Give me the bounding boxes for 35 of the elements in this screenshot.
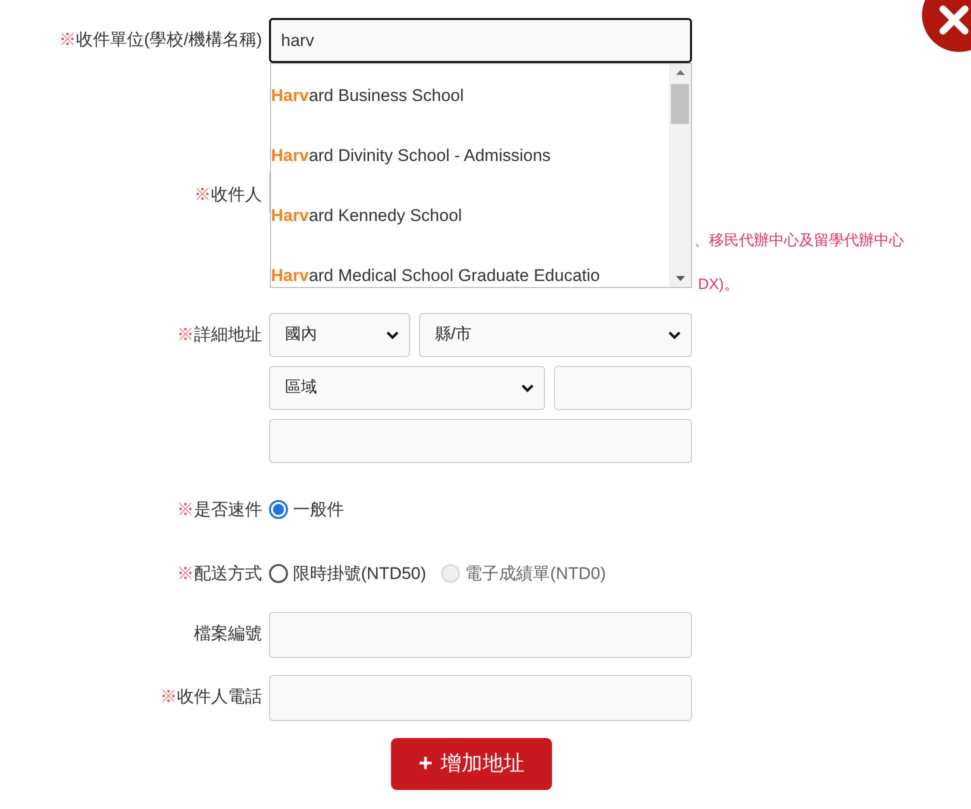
- suggestion-item[interactable]: Harvard Business School: [271, 64, 669, 124]
- radio-label: 限時掛號(NTD50): [293, 562, 426, 584]
- field-label: ※收件人電話: [160, 686, 262, 708]
- note-text: DX)。: [697, 275, 740, 295]
- radio-label: 電子成績單(NTD0): [465, 562, 606, 584]
- suggestion-item[interactable]: Harvard Kennedy School: [271, 184, 669, 244]
- scrollbar[interactable]: [669, 64, 691, 287]
- select-field[interactable]: 縣/市: [419, 313, 692, 357]
- scroll-up-icon[interactable]: [676, 70, 684, 75]
- address-field[interactable]: [269, 419, 692, 463]
- scroll-thumb[interactable]: [671, 84, 689, 124]
- select-field[interactable]: 區域: [269, 366, 545, 410]
- scroll-down-icon[interactable]: [676, 276, 684, 281]
- add-address-button[interactable]: + 增加地址: [391, 738, 552, 790]
- radio-button[interactable]: [269, 564, 288, 583]
- field-label: ※收件單位(學校/機構名稱): [58, 29, 262, 51]
- select-field[interactable]: 國內: [269, 313, 410, 357]
- chevron-icon: [386, 330, 399, 340]
- radio-label: 一般件: [293, 499, 344, 521]
- file-number-field[interactable]: [269, 612, 692, 658]
- school-search-field[interactable]: harv: [269, 18, 692, 63]
- suggestion-item[interactable]: Harvard Divinity School - Admissions: [271, 124, 669, 184]
- close-icon: [939, 5, 969, 35]
- radio-button[interactable]: [269, 500, 288, 520]
- suggestion-item[interactable]: Harvard Medical School Graduate Educatio: [271, 244, 669, 287]
- postal-code-field[interactable]: [554, 366, 692, 410]
- note-text: 、移民代辦中心及留學代辦中心: [694, 231, 905, 251]
- field-label: ※是否速件: [177, 499, 262, 521]
- phone-field[interactable]: [269, 675, 692, 721]
- field-label: ※配送方式: [177, 562, 262, 584]
- field-label: 檔案編號: [194, 623, 262, 645]
- chevron-icon: [521, 384, 534, 392]
- field-label: ※詳細地址: [177, 324, 262, 346]
- field-label: ※收件人: [194, 184, 262, 206]
- chevron-icon: [668, 330, 681, 340]
